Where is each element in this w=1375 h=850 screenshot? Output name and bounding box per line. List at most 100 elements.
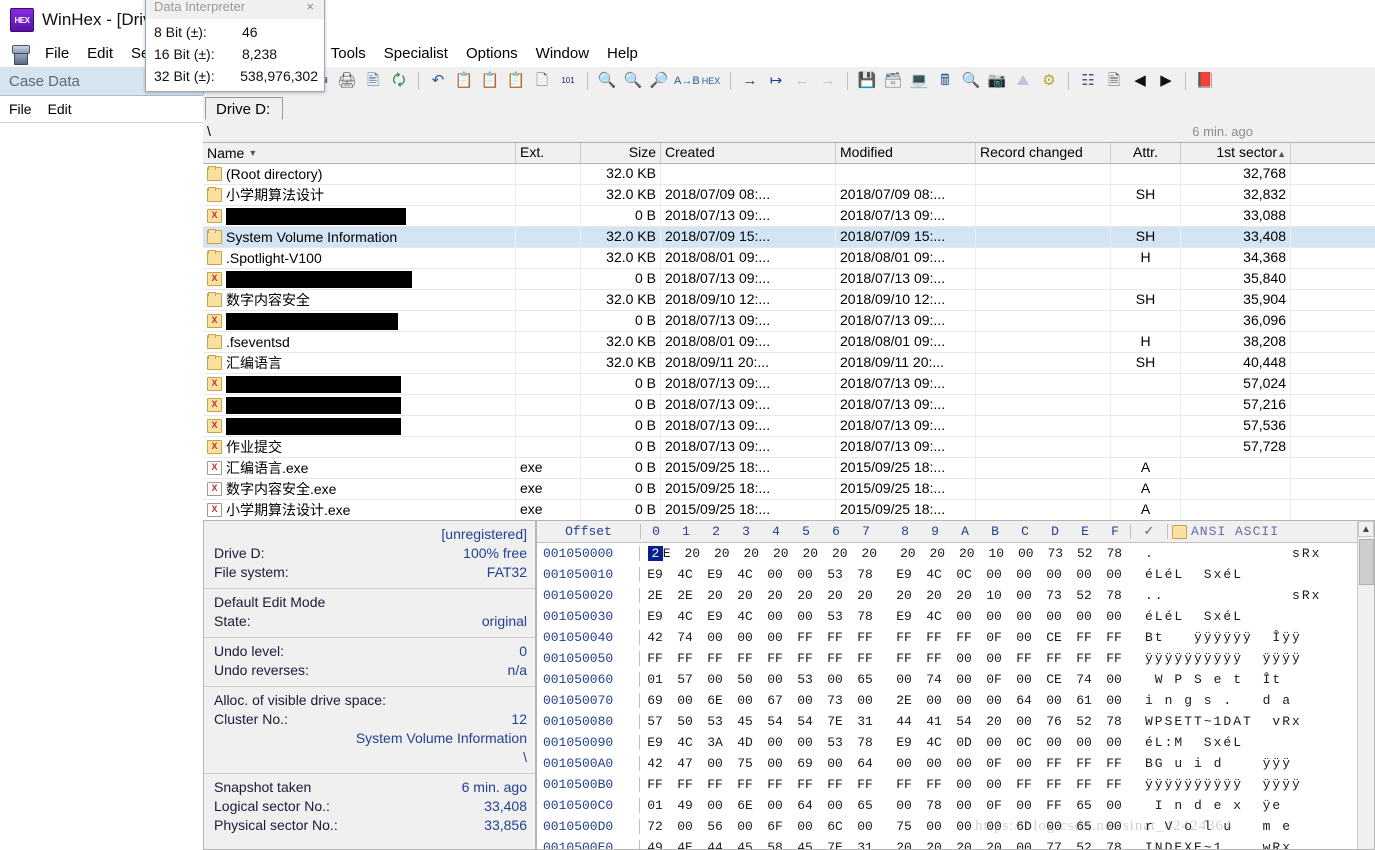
hex-byte[interactable]: FF — [790, 630, 820, 645]
menu-options[interactable]: Options — [457, 43, 527, 64]
column-header-modified[interactable]: Modified — [836, 143, 976, 163]
hex-byte[interactable]: 45 — [790, 840, 820, 849]
hex-row[interactable]: 001050030 E9 4C E9 4C 00 00 53 78 E9 4C 00 00 00 00 00 0… — [537, 606, 1374, 627]
hex-byte[interactable]: 00 — [820, 798, 850, 813]
hex-byte[interactable]: FF — [730, 651, 760, 666]
snapshot-camera-icon[interactable]: 📷 — [986, 71, 1008, 91]
open-ram-icon[interactable]: 💻 — [908, 71, 930, 91]
nav-back-icon[interactable]: ← — [791, 71, 813, 91]
hex-byte[interactable]: 00 — [760, 609, 790, 624]
hex-byte[interactable]: 52 — [1070, 546, 1100, 561]
hex-row[interactable]: 001050020 2E 2E 20 20 20 20 20 20 20 20 20 10 00 73 52 7… — [537, 585, 1374, 606]
search-magnifier-icon[interactable]: 🔍 — [960, 71, 982, 91]
hex-byte[interactable]: 0D — [949, 735, 979, 750]
hex-byte[interactable]: FF — [919, 651, 949, 666]
menu-specialist[interactable]: Specialist — [375, 43, 457, 64]
hex-byte[interactable]: 00 — [889, 798, 919, 813]
hex-byte[interactable]: 72 — [640, 819, 670, 834]
copy-icon[interactable]: 📋 — [453, 71, 475, 91]
hex-ascii[interactable]: i n g s . d a — [1129, 693, 1374, 708]
hex-byte[interactable]: FF — [790, 777, 820, 792]
hex-byte[interactable]: 58 — [760, 840, 790, 849]
scroll-up-icon[interactable]: ▲ — [1358, 521, 1374, 537]
hex-byte[interactable]: 4C — [670, 567, 700, 582]
hex-byte[interactable]: 00 — [1009, 798, 1039, 813]
hex-byte[interactable]: CE — [1039, 630, 1069, 645]
hex-byte[interactable]: 44 — [889, 714, 919, 729]
hex-byte[interactable]: FF — [1009, 777, 1039, 792]
paste-icon[interactable]: 📋 — [479, 71, 501, 91]
column-header-ext[interactable]: Ext. — [516, 143, 581, 163]
hex-row[interactable]: 0010500D0 72 00 56 00 6F 00 6C 00 75 00 00 00 6D 00 65 0… — [537, 816, 1374, 837]
hex-byte[interactable]: 31 — [850, 714, 880, 729]
hex-row[interactable]: 001050090 E9 4C 3A 4D 00 00 53 78 E9 4C 0D 00 0C 00 00 0… — [537, 732, 1374, 753]
hex-byte[interactable]: 01 — [640, 672, 670, 687]
hex-byte[interactable]: 20 — [952, 546, 982, 561]
hex-row[interactable]: 0010500C0 01 49 00 6E 00 64 00 65 00 78 00 0F 00 FF 65 0… — [537, 795, 1374, 816]
open-disk-icon[interactable]: 💾 — [856, 71, 878, 91]
hex-byte[interactable]: 00 — [1099, 609, 1129, 624]
hex-byte[interactable]: 6E — [730, 798, 760, 813]
report-icon[interactable]: 🗎 — [1103, 71, 1125, 91]
replace-text-icon[interactable]: A→B — [674, 71, 700, 91]
table-row[interactable]: (Root directory) 32.0 KB 32,768 — [203, 164, 1375, 185]
hex-byte[interactable]: FF — [700, 651, 730, 666]
hex-byte[interactable]: E9 — [700, 609, 730, 624]
hex-byte[interactable]: 20 — [923, 546, 953, 561]
calculator-icon[interactable]: 🖩 — [934, 71, 956, 91]
hex-byte[interactable]: 00 — [1069, 735, 1099, 750]
hex-ascii[interactable]: .. sRx — [1129, 588, 1374, 603]
hex-byte[interactable]: 20 — [949, 588, 979, 603]
hex-byte[interactable]: 74 — [1069, 672, 1099, 687]
hex-byte[interactable]: 20 — [825, 546, 855, 561]
hex-byte[interactable]: 7E — [820, 714, 850, 729]
hex-byte[interactable]: 00 — [979, 819, 1009, 834]
hex-ascii[interactable]: INDEXE~1 wRx — [1129, 840, 1374, 849]
data-interpreter-popup[interactable]: Data Interpreter × 8 Bit (±): 46 16 Bit … — [145, 0, 325, 92]
hex-byte[interactable]: FF — [1069, 777, 1099, 792]
hex-byte[interactable]: 00 — [1039, 735, 1069, 750]
hex-byte[interactable]: 54 — [760, 714, 790, 729]
column-header-created[interactable]: Created — [661, 143, 836, 163]
case-menu-file[interactable]: File — [9, 101, 32, 117]
hex-byte[interactable]: 73 — [1041, 546, 1071, 561]
hex-byte[interactable]: 20 — [766, 546, 796, 561]
menu-window[interactable]: Window — [527, 43, 598, 64]
hex-byte[interactable]: 77 — [1039, 840, 1069, 849]
hex-byte[interactable]: 20 — [889, 588, 919, 603]
clipboard-icon[interactable]: 📋 — [505, 71, 527, 91]
hex-byte[interactable]: 00 — [1009, 567, 1039, 582]
hex-byte[interactable]: 50 — [730, 672, 760, 687]
hex-byte[interactable]: 78 — [1100, 546, 1130, 561]
hex-byte[interactable]: 20 — [919, 588, 949, 603]
hex-byte[interactable]: FF — [1009, 651, 1039, 666]
hex-byte[interactable]: 52 — [1069, 588, 1099, 603]
binary-101-icon[interactable]: 101 — [557, 71, 579, 91]
hex-byte[interactable]: 4C — [670, 609, 700, 624]
hex-ascii[interactable]: éLéL SxéL — [1129, 609, 1374, 624]
hex-byte[interactable]: 00 — [979, 567, 1009, 582]
hex-byte[interactable]: 78 — [850, 735, 880, 750]
hex-byte[interactable]: 00 — [670, 819, 700, 834]
hex-byte[interactable]: 2E — [889, 693, 919, 708]
hex-byte[interactable]: FF — [820, 630, 850, 645]
hex-byte[interactable]: 65 — [1069, 798, 1099, 813]
hex-row[interactable]: 0010500E0 49 4E 44 45 58 45 7E 31 20 20 20 20 00 77 52 7… — [537, 837, 1374, 849]
hex-row[interactable]: 001050010 E9 4C E9 4C 00 00 53 78 E9 4C 0C 00 00 00 00 0… — [537, 564, 1374, 585]
find-next-icon[interactable]: 🔍 — [622, 71, 644, 91]
hex-byte[interactable]: 00 — [889, 672, 919, 687]
hex-byte[interactable]: 20 — [889, 840, 919, 849]
hex-byte[interactable]: FF — [889, 777, 919, 792]
hex-byte[interactable]: FF — [850, 651, 880, 666]
hex-byte[interactable]: 53 — [790, 672, 820, 687]
hex-byte[interactable]: 20 — [796, 546, 826, 561]
hex-byte[interactable]: 64 — [1009, 693, 1039, 708]
hex-byte[interactable]: 76 — [1039, 714, 1069, 729]
hex-byte[interactable]: FF — [790, 651, 820, 666]
hex-byte[interactable]: 0F — [979, 756, 1009, 771]
hex-byte[interactable]: 53 — [820, 567, 850, 582]
hex-byte[interactable]: 56 — [700, 819, 730, 834]
hex-ascii[interactable]: ÿÿÿÿÿÿÿÿÿÿ ÿÿÿÿ — [1129, 651, 1374, 666]
hex-byte[interactable]: 53 — [820, 735, 850, 750]
hex-byte[interactable]: FF — [850, 630, 880, 645]
